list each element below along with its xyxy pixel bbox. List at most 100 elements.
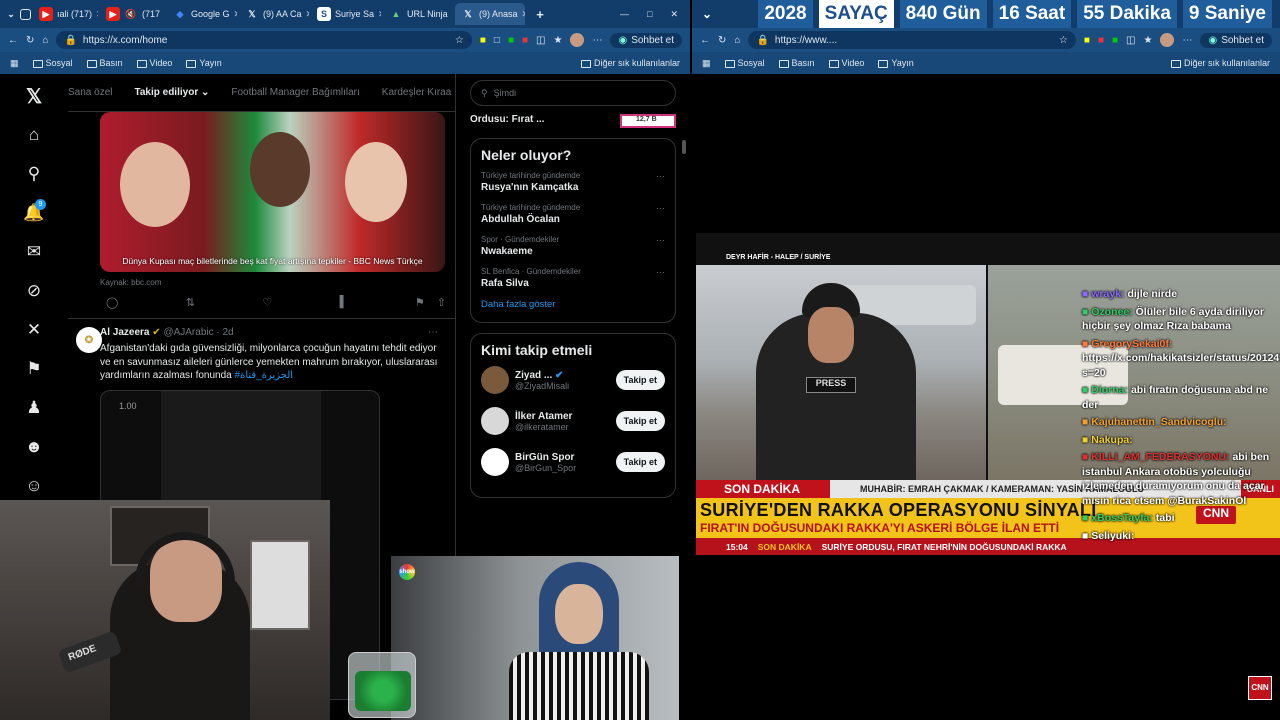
maximize-icon[interactable]: □	[647, 9, 652, 20]
author-name[interactable]: Al Jazeera	[100, 327, 149, 338]
x-premium-icon[interactable]: ✕	[22, 320, 46, 340]
extension-icon[interactable]: ■	[1112, 35, 1118, 46]
tab-for-you[interactable]: Sana özel	[68, 87, 112, 98]
bookmark-folder[interactable]: Basın	[778, 58, 815, 68]
muted-icon[interactable]: 🔇	[124, 7, 138, 21]
bookmark-folder[interactable]: Basın	[86, 58, 123, 68]
bookmark-folder[interactable]: Video	[828, 58, 864, 68]
messages-icon[interactable]: ✉	[22, 242, 46, 262]
author-handle[interactable]: @AJArabic · 2d	[163, 327, 233, 338]
close-tab-icon[interactable]: ✕	[164, 9, 165, 20]
back-icon[interactable]: ←	[8, 35, 18, 46]
minimize-icon[interactable]: —	[620, 9, 629, 20]
favorites-icon[interactable]: ★	[553, 35, 562, 46]
close-tab-icon[interactable]: ✕	[452, 9, 453, 20]
scrollbar[interactable]	[682, 140, 686, 154]
hashtag-link[interactable]: #الجزيرة_قناة	[235, 370, 294, 381]
views-icon[interactable]: ▌	[340, 296, 348, 309]
search-icon[interactable]: ⚲	[22, 164, 46, 184]
tab-kardesler[interactable]: Kardeşler Kıraa	[382, 87, 451, 98]
account-avatar[interactable]	[481, 407, 509, 435]
workspaces-icon[interactable]	[20, 8, 31, 20]
extension-icon[interactable]: □	[494, 35, 500, 46]
bookmark-icon[interactable]: ⚑	[415, 296, 425, 309]
close-tab-icon[interactable]: ✕	[378, 9, 381, 20]
account-avatar[interactable]	[481, 448, 509, 476]
bookmark-menu-icon[interactable]: ▦	[702, 58, 711, 69]
more-icon[interactable]: ⋯	[656, 235, 665, 246]
close-tab-icon[interactable]: ✕	[522, 9, 525, 20]
tweet-image[interactable]: Dünya Kupası maç biletlerinde beş kat fi…	[100, 112, 445, 272]
trend-item[interactable]: SL Benfica · Gündemdekiler Rafa Silva ⋯	[481, 267, 665, 289]
close-tab-icon[interactable]: ✕	[234, 9, 237, 20]
more-icon[interactable]: ⋯	[592, 35, 602, 46]
account-avatar[interactable]	[481, 366, 509, 394]
trend-item[interactable]: Türkiye tarihinde gündemde Rusya'nın Kamç…	[481, 171, 665, 193]
al-jazeera-avatar[interactable]: ✪	[76, 327, 102, 353]
url-field[interactable]: 🔒 https://x.com/home ☆	[56, 31, 472, 49]
split-screen-icon[interactable]: ◫	[536, 35, 545, 46]
bookmarks-icon[interactable]: ⚑	[22, 359, 46, 379]
tab-4[interactable]: S Suriye Sa✕	[311, 3, 381, 25]
grok-icon[interactable]: ⊘	[22, 281, 46, 301]
bookmark-folder[interactable]: Yayın	[878, 58, 914, 68]
extension-icon[interactable]: ■	[1098, 35, 1104, 46]
extension-icon[interactable]: ■	[522, 35, 528, 46]
split-screen-icon[interactable]: ◫	[1126, 35, 1135, 46]
profile-avatar[interactable]	[570, 33, 585, 47]
home-icon[interactable]: ⌂	[734, 35, 740, 46]
star-icon[interactable]: ☆	[455, 35, 464, 46]
bookmark-folder[interactable]: Sosyal	[724, 58, 765, 68]
suggested-account[interactable]: BirGün Spor @BirGun_Spor Takip et	[481, 448, 665, 476]
notifications-icon[interactable]: 🔔 9	[22, 199, 46, 223]
close-tab-icon[interactable]: ✕	[96, 9, 98, 20]
suggested-account[interactable]: Ziyad ... ✔ @ZiyadMisali Takip et	[481, 366, 665, 394]
other-bookmarks[interactable]: Diğer sık kullanılanlar	[1170, 58, 1270, 68]
favorites-icon[interactable]: ★	[1143, 35, 1152, 46]
bookmark-folder[interactable]: Sosyal	[32, 58, 73, 68]
other-bookmarks[interactable]: Diğer sık kullanılanlar	[580, 58, 680, 68]
copilot-chat-button[interactable]: ◉ Sohbet et	[610, 32, 682, 48]
more-icon[interactable]: ⋯	[656, 171, 665, 182]
tab-list-icon[interactable]: ⌄	[692, 7, 712, 21]
bookmark-folder[interactable]: Video	[136, 58, 172, 68]
tab-3[interactable]: 𝕏 (9) AA Ca ✕	[239, 3, 309, 25]
promoted-snippet[interactable]: Ordusu: Fırat ... 12,7 B	[470, 114, 676, 128]
close-tab-icon[interactable]: ✕	[306, 9, 309, 20]
tweet[interactable]: ✪ Al Jazeera ✔ @AJArabic · 2d ⋯ Afganista…	[68, 318, 455, 383]
close-window-icon[interactable]: ✕	[670, 9, 678, 20]
x-logo-icon[interactable]: 𝕏	[22, 86, 46, 108]
tab-following[interactable]: Takip ediliyor ⌄	[134, 87, 209, 98]
more-icon[interactable]: ⋯	[656, 203, 665, 214]
trend-item[interactable]: Spor · Gündemdekiler Nwakaeme ⋯	[481, 235, 665, 257]
profile-avatar[interactable]	[1160, 33, 1175, 47]
reload-icon[interactable]: ↻	[26, 35, 34, 46]
more-icon[interactable]: ⋯	[656, 267, 665, 278]
tab-6[interactable]: 𝕏 (9) Anasa ✕	[455, 3, 525, 25]
tab-0[interactable]: ▶ ıali (717)✕	[33, 3, 98, 25]
retweet-icon[interactable]: ⇅	[186, 296, 195, 309]
trend-item[interactable]: Türkiye tarihinde gündemde Abdullah Öcala…	[481, 203, 665, 225]
profile-icon[interactable]: ☺	[22, 476, 46, 496]
tab-list-icon[interactable]: ⌄	[4, 7, 18, 21]
more-icon[interactable]: ⋯	[1182, 35, 1192, 46]
like-icon[interactable]: ♡	[262, 296, 272, 309]
url-field[interactable]: 🔒 https://www.... ☆	[748, 31, 1076, 49]
tab-2[interactable]: ◆ Google G ✕	[167, 3, 237, 25]
link-source[interactable]: Kaynak: bbc.com	[100, 278, 161, 287]
star-icon[interactable]: ☆	[1059, 35, 1068, 46]
follow-button[interactable]: Takip et	[615, 411, 665, 431]
search-input[interactable]: ⚲ Şimdi	[470, 80, 676, 106]
extension-icon[interactable]: ■	[480, 35, 486, 46]
back-icon[interactable]: ←	[700, 35, 710, 46]
reply-icon[interactable]: ◯	[106, 296, 118, 309]
follow-button[interactable]: Takip et	[615, 370, 665, 390]
tab-football-manager[interactable]: Football Manager Bağımlıları	[231, 87, 359, 98]
home-icon[interactable]: ⌂	[22, 125, 46, 145]
tab-5[interactable]: ▲ URL Ninja ✕	[383, 3, 453, 25]
show-more-link[interactable]: Daha fazla göster	[481, 299, 665, 310]
reload-icon[interactable]: ↻	[718, 35, 726, 46]
suggested-account[interactable]: İlker Atamer @ilkeratamer Takip et	[481, 407, 665, 435]
bookmark-menu-icon[interactable]: ▦	[10, 58, 19, 69]
bookmark-folder[interactable]: Yayın	[186, 58, 222, 68]
